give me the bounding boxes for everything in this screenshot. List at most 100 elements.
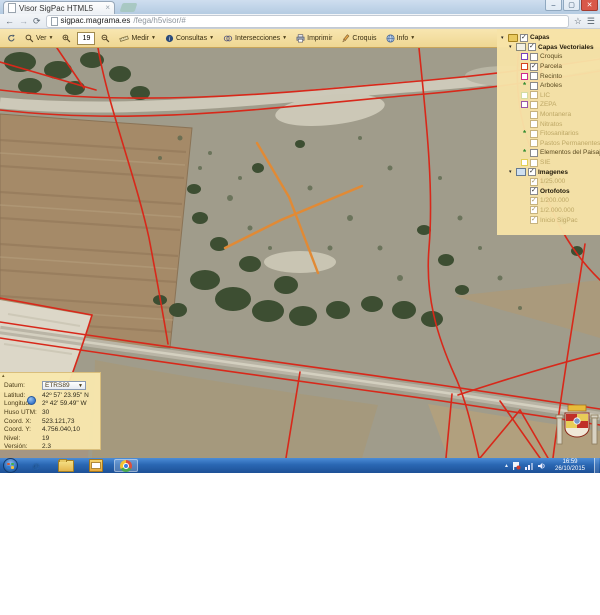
expander-icon[interactable]: ▾ bbox=[509, 169, 514, 175]
taskbar-outlook-button[interactable] bbox=[84, 459, 108, 472]
show-desktop-button[interactable] bbox=[594, 458, 599, 473]
croquis-button[interactable]: Croquis bbox=[338, 33, 379, 44]
coord-y-row: Coord. Y: 4.756.040,10 bbox=[4, 425, 100, 434]
layer-swatch bbox=[521, 92, 528, 99]
ver-button[interactable]: Ver▼ bbox=[22, 33, 56, 44]
layer-checkbox[interactable] bbox=[530, 206, 538, 214]
layer-item-imagenes[interactable]: ▾ Imagenes bbox=[500, 167, 598, 177]
panel-collapse-icon[interactable]: ▴ bbox=[2, 374, 5, 379]
layer-item-montanera[interactable]: Montanera bbox=[500, 110, 598, 120]
layer-item-sie[interactable]: SIE bbox=[500, 158, 598, 168]
layer-item-fitosanitarios[interactable]: * Fitosanitarios bbox=[500, 129, 598, 139]
layer-checkbox[interactable] bbox=[530, 197, 538, 205]
consultas-icon: i bbox=[165, 34, 174, 43]
layers-panel: ▾ Capas ▾ Capas Vectoriales Croquis Parc… bbox=[497, 29, 600, 235]
layer-checkbox[interactable] bbox=[530, 149, 538, 157]
window-maximize-button[interactable]: ▢ bbox=[563, 0, 580, 11]
info-button[interactable]: Info▼ bbox=[383, 33, 419, 44]
layer-checkbox[interactable] bbox=[530, 82, 538, 90]
expander-icon[interactable]: ▾ bbox=[501, 35, 506, 41]
layer-item-elementos-del-paisaje[interactable]: * Elementos del Paisaje bbox=[500, 148, 598, 158]
globe-icon bbox=[386, 34, 395, 43]
layer-item-capas-vectoriales[interactable]: ▾ Capas Vectoriales bbox=[500, 43, 598, 53]
layer-checkbox[interactable] bbox=[530, 63, 538, 71]
layer-checkbox[interactable] bbox=[530, 178, 538, 186]
taskbar-clock[interactable]: 16:59 26/10/2015 bbox=[549, 459, 591, 472]
asterisk-icon: * bbox=[521, 83, 528, 89]
new-tab-button[interactable] bbox=[120, 3, 138, 12]
browser-navbar: ← → ⟳ sigpac.magrama.es/fega/h5visor/# ☆… bbox=[0, 14, 600, 29]
intersecciones-button[interactable]: Intersecciones▼ bbox=[220, 33, 290, 44]
layer-checkbox[interactable] bbox=[530, 72, 538, 80]
chrome-icon bbox=[120, 460, 132, 472]
layer-checkbox[interactable] bbox=[530, 120, 538, 128]
layer-checkbox[interactable] bbox=[530, 101, 538, 109]
url-path: /fega/h5visor/# bbox=[133, 16, 185, 26]
vector-layers-icon bbox=[516, 43, 526, 51]
layer-swatch bbox=[521, 63, 528, 70]
taskbar-explorer-button[interactable] bbox=[54, 459, 78, 472]
browser-tab[interactable]: Visor SigPac HTML5 × bbox=[3, 1, 115, 14]
layer-swatch bbox=[521, 73, 528, 80]
layer-item-lic[interactable]: LIC bbox=[500, 91, 598, 101]
layer-swatch bbox=[521, 53, 528, 60]
window-close-button[interactable]: ✕ bbox=[581, 0, 598, 11]
imprimir-button[interactable]: Imprimir bbox=[293, 33, 335, 44]
back-icon[interactable]: ← bbox=[5, 16, 14, 26]
layer-item-ortofotos[interactable]: Ortofotos bbox=[500, 187, 598, 197]
layer-item-inicio-sigpac[interactable]: Inicio SigPac bbox=[500, 215, 598, 225]
start-button[interactable] bbox=[3, 458, 18, 473]
layer-item-1-200000[interactable]: 1/200.000 bbox=[500, 196, 598, 206]
zoom-in-button[interactable] bbox=[59, 33, 74, 44]
layer-item-zepa[interactable]: ZEPA bbox=[500, 100, 598, 110]
layer-checkbox[interactable] bbox=[530, 159, 538, 167]
consultas-button[interactable]: i Consultas▼ bbox=[162, 33, 217, 44]
menu-icon[interactable]: ☰ bbox=[587, 16, 595, 27]
window-minimize-button[interactable]: – bbox=[545, 0, 562, 11]
layer-checkbox[interactable] bbox=[530, 91, 538, 99]
layer-checkbox[interactable] bbox=[530, 139, 538, 147]
chevron-down-icon: ▼ bbox=[78, 383, 83, 389]
layer-checkbox[interactable] bbox=[530, 216, 538, 224]
version-row: Versión: 2.3 bbox=[4, 443, 100, 452]
pan-refresh-button[interactable] bbox=[4, 33, 19, 44]
browser-tab-strip: Visor SigPac HTML5 × – ▢ ✕ bbox=[0, 0, 600, 14]
layer-item-recinto[interactable]: Recinto bbox=[500, 71, 598, 81]
medir-button[interactable]: Medir▼ bbox=[116, 33, 158, 44]
layer-checkbox[interactable] bbox=[530, 130, 538, 138]
taskbar-chrome-button[interactable] bbox=[114, 459, 138, 472]
zoom-out-button[interactable] bbox=[98, 33, 113, 44]
folder-icon bbox=[508, 34, 518, 42]
layer-item-nitratos[interactable]: Nitratos bbox=[500, 119, 598, 129]
layer-item-croquis[interactable]: Croquis bbox=[500, 52, 598, 62]
layer-item-arboles[interactable]: * Arboles bbox=[500, 81, 598, 91]
address-bar[interactable]: sigpac.magrama.es/fega/h5visor/# bbox=[46, 15, 569, 28]
ruler-icon bbox=[119, 34, 129, 43]
pencil-icon bbox=[341, 34, 350, 43]
forward-icon[interactable]: → bbox=[19, 16, 28, 26]
layer-checkbox[interactable] bbox=[528, 43, 536, 51]
layer-checkbox[interactable] bbox=[528, 168, 536, 176]
layer-checkbox[interactable] bbox=[520, 34, 528, 42]
layer-checkbox[interactable] bbox=[530, 111, 538, 119]
bookmark-star-icon[interactable]: ☆ bbox=[574, 16, 582, 27]
layer-item-1-2000000[interactable]: 1/2.000.000 bbox=[500, 206, 598, 216]
windows-logo-icon bbox=[7, 463, 14, 469]
layer-item-capas[interactable]: ▾ Capas bbox=[500, 33, 598, 43]
layer-item-1-25000[interactable]: 1/25.000 bbox=[500, 177, 598, 187]
datum-select[interactable]: ETRS89▼ bbox=[42, 381, 86, 390]
action-center-flag-icon bbox=[513, 462, 521, 470]
layer-item-parcela[interactable]: Parcela bbox=[500, 62, 598, 72]
layer-item-pastos-permanentes[interactable]: Pastos Permanentes bbox=[500, 139, 598, 149]
hidden-icons-button[interactable]: ▲ bbox=[504, 463, 509, 469]
taskbar-ie-button[interactable]: e bbox=[24, 459, 48, 472]
layer-checkbox[interactable] bbox=[530, 53, 538, 61]
layer-checkbox[interactable] bbox=[530, 187, 538, 195]
zoom-in-icon bbox=[62, 34, 71, 43]
footer-area: cocampo bbox=[0, 473, 600, 615]
system-tray-icons[interactable] bbox=[512, 461, 546, 471]
zoom-level-input[interactable] bbox=[77, 32, 95, 45]
reload-icon[interactable]: ⟳ bbox=[33, 16, 41, 27]
expander-icon[interactable]: ▾ bbox=[509, 44, 514, 50]
tab-close-icon[interactable]: × bbox=[105, 4, 110, 12]
